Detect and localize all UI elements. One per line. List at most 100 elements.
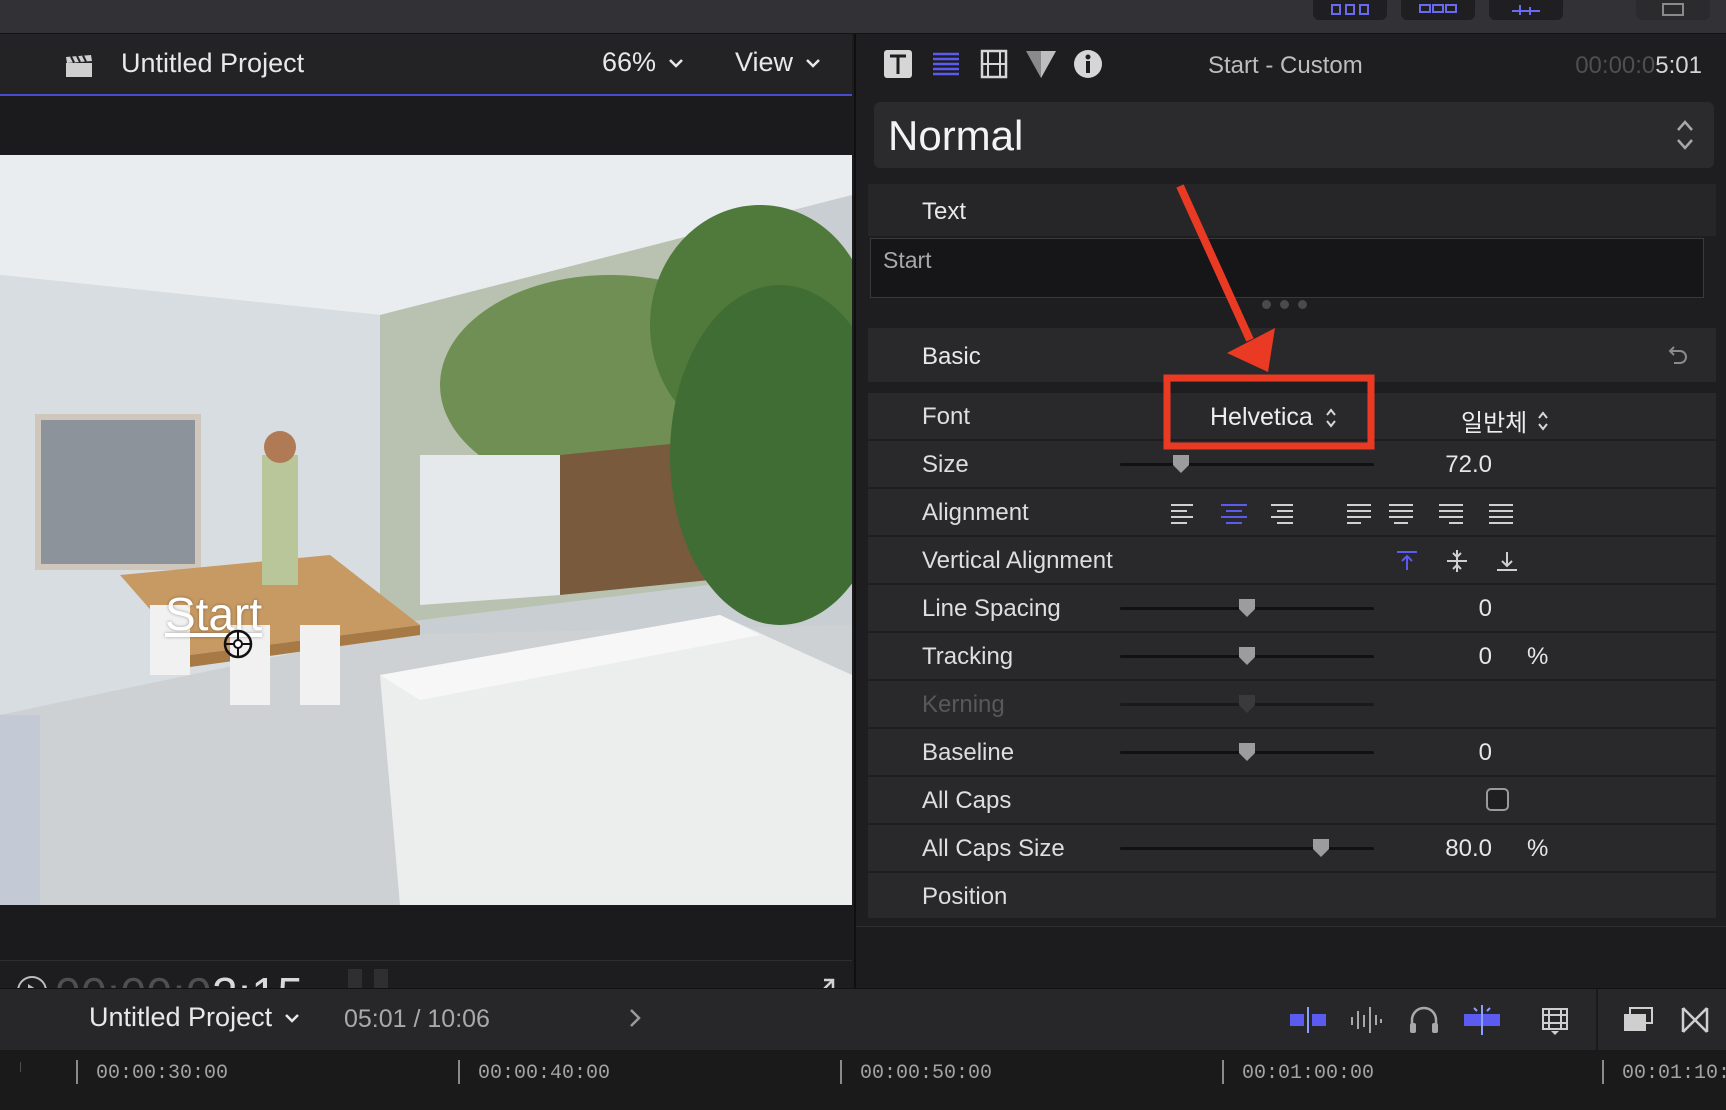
size-row: Size 72.0 bbox=[868, 440, 1716, 487]
baseline-slider[interactable] bbox=[1120, 743, 1374, 761]
valign-middle-icon[interactable] bbox=[1443, 548, 1493, 574]
snapping-icon[interactable] bbox=[1462, 1005, 1502, 1035]
alignment-label: Alignment bbox=[922, 499, 1029, 526]
valign-bottom-icon[interactable] bbox=[1493, 548, 1543, 574]
font-family-select[interactable]: Helvetica bbox=[1210, 403, 1337, 432]
zoom-value: 66% bbox=[602, 47, 657, 77]
clip-appearance-icon[interactable] bbox=[1540, 1005, 1570, 1035]
film-icon[interactable] bbox=[978, 48, 1010, 80]
layout-button-2[interactable] bbox=[1401, 0, 1475, 20]
view-menu[interactable]: View bbox=[735, 47, 821, 78]
line-spacing-slider[interactable] bbox=[1120, 599, 1374, 617]
slider-thumb[interactable] bbox=[1238, 646, 1256, 666]
slider-thumb[interactable] bbox=[1172, 454, 1190, 474]
info-icon[interactable] bbox=[1072, 48, 1104, 80]
all-caps-size-slider[interactable] bbox=[1120, 839, 1374, 857]
chevron-down-icon bbox=[669, 58, 683, 68]
skimming-icon[interactable] bbox=[1288, 1005, 1328, 1035]
ruler-label: 00:01:00:00 bbox=[1242, 1062, 1375, 1085]
timeline-ruler[interactable]: 00:00:30:00 00:00:40:00 00:00:50:00 00:0… bbox=[0, 1050, 1726, 1110]
ruler-label: 00:00:50:00 bbox=[860, 1062, 993, 1085]
viewer-panel: Untitled Project 66% View Start bbox=[0, 34, 852, 1022]
project-title: Untitled Project bbox=[121, 48, 305, 78]
chevron-right-icon[interactable] bbox=[628, 1007, 642, 1029]
zoom-menu[interactable]: 66% bbox=[602, 47, 684, 78]
line-spacing-row: Line Spacing 0 bbox=[868, 584, 1716, 631]
font-row: Font Helvetica 일반체 bbox=[868, 392, 1716, 439]
shape-icon[interactable] bbox=[1024, 48, 1058, 80]
ruler-tick bbox=[840, 1060, 842, 1084]
window-button[interactable] bbox=[1636, 0, 1710, 20]
size-value[interactable]: 72.0 bbox=[1445, 451, 1492, 479]
alignment-row: Alignment bbox=[868, 488, 1716, 535]
text-inspector-icon[interactable] bbox=[882, 48, 914, 80]
stepper-icon bbox=[1326, 407, 1336, 428]
font-label: Font bbox=[922, 403, 971, 430]
viewer-header: Untitled Project 66% View bbox=[0, 34, 852, 96]
inspector-timecode: 00:00:05:01 bbox=[1575, 52, 1702, 80]
font-style-select[interactable]: 일반체 bbox=[1461, 403, 1549, 438]
inspector-timecode-dim: 00:00:0 bbox=[1575, 52, 1656, 79]
stepper-icon bbox=[1538, 410, 1549, 431]
waveform-icon[interactable] bbox=[1348, 1005, 1384, 1035]
justify-right-icon[interactable] bbox=[1436, 501, 1486, 525]
timeline-project-menu[interactable]: Untitled Project bbox=[89, 1002, 300, 1033]
text-section-label: Text bbox=[922, 198, 967, 225]
clapper-icon bbox=[66, 55, 92, 77]
vertical-alignment-buttons bbox=[1393, 548, 1543, 574]
ruler-label: 00:00:40:00 bbox=[478, 1062, 611, 1085]
justify-all-icon[interactable] bbox=[1486, 501, 1536, 525]
transitions-browser-icon[interactable] bbox=[1680, 1005, 1710, 1035]
tracking-value[interactable]: 0 bbox=[1479, 643, 1492, 671]
slider-thumb[interactable] bbox=[1238, 742, 1256, 762]
paragraph-icon[interactable] bbox=[930, 48, 962, 80]
layout-button-3[interactable] bbox=[1489, 0, 1563, 20]
slider-thumb[interactable] bbox=[1312, 838, 1330, 858]
slider-thumb bbox=[1239, 695, 1255, 713]
basic-section-header[interactable]: Basic bbox=[868, 328, 1716, 382]
all-caps-label: All Caps bbox=[922, 787, 1012, 814]
ruler-tick bbox=[458, 1060, 460, 1084]
baseline-label: Baseline bbox=[922, 739, 1015, 766]
text-preset-selector[interactable]: Normal bbox=[874, 102, 1714, 168]
justify-center-icon[interactable] bbox=[1386, 501, 1436, 525]
tracking-slider[interactable] bbox=[1120, 647, 1374, 665]
all-caps-size-value[interactable]: 80.0 bbox=[1445, 835, 1492, 863]
baseline-value[interactable]: 0 bbox=[1479, 739, 1492, 767]
browser-icon bbox=[1419, 4, 1457, 13]
inspector-tabs: Start - Custom 00:00:05:01 bbox=[856, 34, 1726, 98]
ruler-tick bbox=[76, 1060, 78, 1084]
layout-button-1[interactable] bbox=[1313, 0, 1387, 20]
reset-icon[interactable] bbox=[1666, 343, 1690, 367]
all-caps-size-row: All Caps Size 80.0 % bbox=[868, 824, 1716, 871]
ruler-tick bbox=[1222, 1060, 1224, 1084]
preset-value: Normal bbox=[888, 112, 1024, 159]
ruler-tick bbox=[1602, 1060, 1604, 1084]
tracking-row: Tracking 0 % bbox=[868, 632, 1716, 679]
text-input-field[interactable]: Start bbox=[870, 238, 1704, 298]
headphones-icon[interactable] bbox=[1408, 1005, 1440, 1035]
align-right-icon[interactable] bbox=[1268, 501, 1318, 525]
align-center-icon[interactable] bbox=[1218, 501, 1268, 525]
line-spacing-value[interactable]: 0 bbox=[1479, 595, 1492, 623]
timeline-separator bbox=[1596, 989, 1598, 1051]
line-spacing-label: Line Spacing bbox=[922, 595, 1061, 622]
all-caps-checkbox[interactable] bbox=[1486, 788, 1509, 811]
resize-handle[interactable] bbox=[1262, 300, 1307, 309]
kerning-label: Kerning bbox=[922, 691, 1005, 718]
transform-crosshair-icon[interactable] bbox=[222, 628, 254, 660]
slider-thumb[interactable] bbox=[1238, 598, 1256, 618]
video-frame[interactable]: Start bbox=[0, 155, 852, 905]
basic-section-label: Basic bbox=[922, 343, 981, 370]
align-left-icon[interactable] bbox=[1168, 501, 1218, 525]
size-slider[interactable] bbox=[1120, 455, 1374, 473]
vertical-alignment-label: Vertical Alignment bbox=[922, 547, 1113, 574]
justify-left-icon[interactable] bbox=[1318, 501, 1386, 525]
effects-browser-icon[interactable] bbox=[1622, 1005, 1654, 1035]
position-row[interactable]: Position bbox=[868, 872, 1716, 918]
valign-top-icon[interactable] bbox=[1393, 548, 1443, 574]
position-label: Position bbox=[922, 883, 1008, 910]
ruler-label: 00:01:10:00 bbox=[1622, 1062, 1726, 1085]
all-caps-size-label: All Caps Size bbox=[922, 835, 1065, 862]
size-label: Size bbox=[922, 451, 969, 478]
